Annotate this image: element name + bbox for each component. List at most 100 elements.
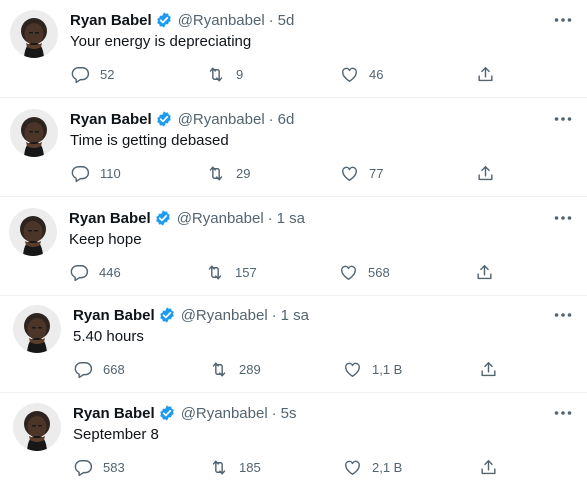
avatar[interactable] xyxy=(9,208,57,256)
author-name[interactable]: Ryan Babel xyxy=(73,405,155,422)
reply-button[interactable]: 446 xyxy=(70,260,121,284)
timestamp[interactable]: 1 sa xyxy=(281,307,309,324)
like-icon xyxy=(342,166,357,181)
verified-badge-icon xyxy=(154,209,172,227)
tweet[interactable]: Ryan Babel @Ryanbabel · 1 sa Keep hope 4… xyxy=(0,198,587,296)
like-count: 46 xyxy=(369,66,384,82)
avatar[interactable] xyxy=(10,109,58,157)
reply-icon xyxy=(74,459,93,476)
author-handle[interactable]: @Ryanbabel xyxy=(177,210,264,227)
share-button[interactable] xyxy=(479,357,498,381)
timestamp[interactable]: 5d xyxy=(278,12,295,29)
author-name[interactable]: Ryan Babel xyxy=(70,12,152,29)
avatar[interactable] xyxy=(13,305,61,353)
tweet-text: Your energy is depreciating xyxy=(70,33,252,50)
retweet-count: 185 xyxy=(239,459,261,475)
timestamp[interactable]: 1 sa xyxy=(277,210,305,227)
retweet-count: 289 xyxy=(239,361,261,377)
retweet-button[interactable]: 289 xyxy=(209,357,261,381)
author-name[interactable]: Ryan Babel xyxy=(73,307,155,324)
share-icon xyxy=(478,66,493,81)
like-button[interactable]: 77 xyxy=(340,161,383,185)
reply-icon xyxy=(74,361,93,378)
share-button[interactable] xyxy=(475,260,494,284)
tweet[interactable]: Ryan Babel @Ryanbabel · 5s September 8 5… xyxy=(0,393,587,484)
like-count: 1,1 B xyxy=(372,361,403,377)
avatar[interactable] xyxy=(13,403,61,451)
more-icon[interactable] xyxy=(553,10,573,30)
retweet-icon xyxy=(209,66,223,82)
more-icon[interactable] xyxy=(553,208,573,228)
avatar[interactable] xyxy=(10,10,58,58)
retweet-icon xyxy=(208,264,222,280)
author-handle[interactable]: @Ryanbabel xyxy=(181,405,268,422)
tweet[interactable]: Ryan Babel @Ryanbabel · 5d Your energy i… xyxy=(0,0,587,98)
reply-count: 446 xyxy=(99,264,121,280)
tweet[interactable]: Ryan Babel @Ryanbabel · 1 sa 5.40 hours xyxy=(0,295,587,393)
like-button[interactable]: 1,1 B xyxy=(343,357,402,381)
share-button[interactable] xyxy=(476,62,495,86)
separator: · xyxy=(268,110,274,128)
reply-count: 583 xyxy=(103,459,125,475)
avatar-image xyxy=(13,305,61,353)
tweet-actions: 110 29 77 xyxy=(0,161,587,185)
like-icon xyxy=(345,460,360,475)
tweet-header: Ryan Babel @Ryanbabel · 1 sa xyxy=(69,208,305,228)
share-button[interactable] xyxy=(479,455,498,479)
share-button[interactable] xyxy=(476,161,495,185)
reply-button[interactable]: 583 xyxy=(74,455,125,479)
separator: · xyxy=(271,404,277,422)
tweet-header: Ryan Babel @Ryanbabel · 1 sa xyxy=(73,305,309,325)
tweet-text: Time is getting debased xyxy=(70,132,229,149)
author-handle[interactable]: @Ryanbabel xyxy=(178,111,265,128)
timestamp[interactable]: 5s xyxy=(281,405,297,422)
share-icon xyxy=(481,361,496,376)
like-icon xyxy=(342,67,357,82)
retweet-icon xyxy=(212,459,226,475)
like-button[interactable]: 46 xyxy=(340,62,383,86)
like-button[interactable]: 2,1 B xyxy=(343,455,402,479)
like-icon xyxy=(345,362,360,377)
avatar-image xyxy=(10,109,58,157)
separator: · xyxy=(271,306,277,324)
tweet-actions: 668 289 1,1 B xyxy=(0,357,587,381)
tweet-actions: 52 9 46 xyxy=(0,62,587,86)
verified-badge-icon xyxy=(158,306,176,324)
more-icon[interactable] xyxy=(553,305,573,325)
reply-count: 668 xyxy=(103,361,125,377)
retweet-button[interactable]: 157 xyxy=(205,260,257,284)
more-icon[interactable] xyxy=(553,109,573,129)
author-handle[interactable]: @Ryanbabel xyxy=(181,307,268,324)
author-name[interactable]: Ryan Babel xyxy=(70,111,152,128)
more-icon[interactable] xyxy=(553,403,573,423)
reply-icon xyxy=(71,165,90,182)
verified-badge-icon xyxy=(158,404,176,422)
reply-button[interactable]: 110 xyxy=(71,161,121,185)
retweet-count: 157 xyxy=(235,264,257,280)
tweet-text: 5.40 hours xyxy=(73,328,144,345)
avatar-image xyxy=(10,10,58,58)
author-handle[interactable]: @Ryanbabel xyxy=(178,12,265,29)
avatar-image xyxy=(13,403,61,451)
verified-badge-icon xyxy=(155,11,173,29)
author-name[interactable]: Ryan Babel xyxy=(69,210,151,227)
tweet-header: Ryan Babel @Ryanbabel · 5s xyxy=(73,403,297,423)
reply-count: 52 xyxy=(100,66,115,82)
share-icon xyxy=(477,264,492,279)
like-button[interactable]: 568 xyxy=(339,260,390,284)
share-icon xyxy=(481,459,496,474)
retweet-button[interactable]: 185 xyxy=(209,455,261,479)
reply-count: 110 xyxy=(100,165,121,181)
reply-button[interactable]: 52 xyxy=(71,62,114,86)
timestamp[interactable]: 6d xyxy=(278,111,295,128)
retweet-button[interactable]: 9 xyxy=(206,62,243,86)
reply-button[interactable]: 668 xyxy=(74,357,125,381)
avatar-image xyxy=(9,208,57,256)
retweet-button[interactable]: 29 xyxy=(206,161,250,185)
separator: · xyxy=(268,11,274,29)
tweet-text: Keep hope xyxy=(69,231,142,248)
reply-icon xyxy=(71,66,90,83)
tweet[interactable]: Ryan Babel @Ryanbabel · 6d Time is getti… xyxy=(0,99,587,197)
like-count: 2,1 B xyxy=(372,459,403,475)
verified-badge-icon xyxy=(155,110,173,128)
